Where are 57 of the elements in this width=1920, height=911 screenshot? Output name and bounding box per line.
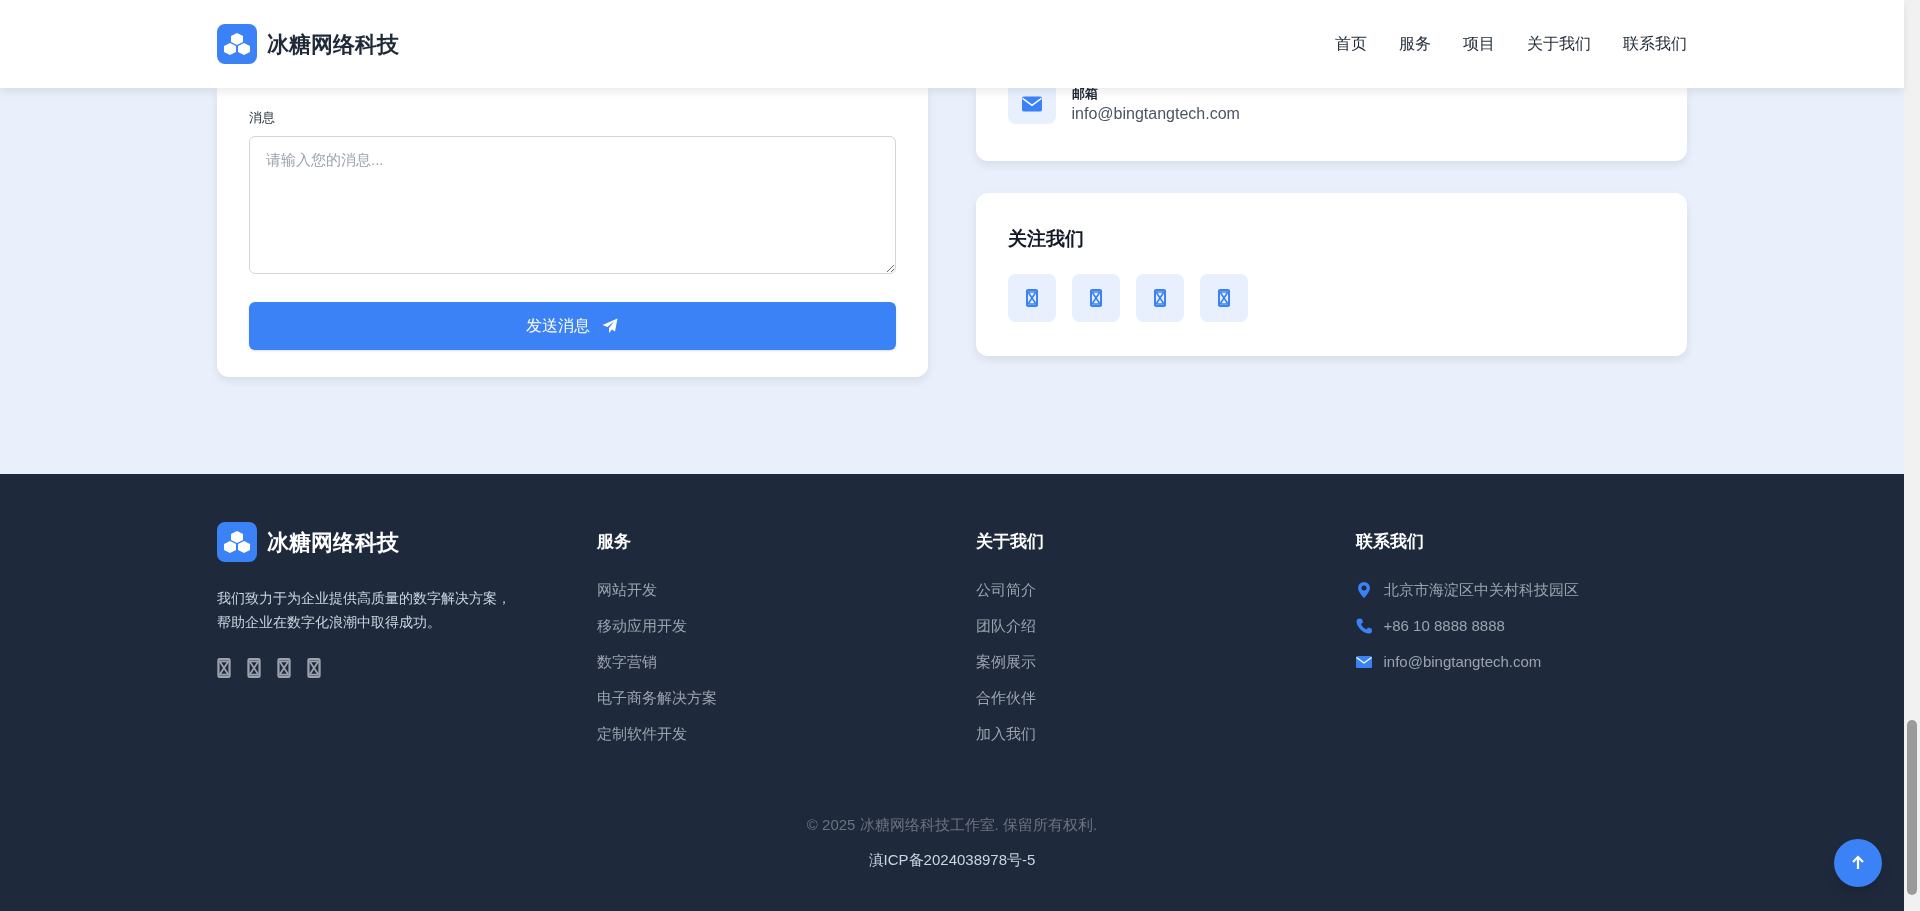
contact-info: 北京市海淀区中关村科技园区 bbox=[1383, 579, 1579, 600]
footer-link[interactable]: 加入我们 bbox=[976, 722, 1308, 746]
message-field[interactable]: 请输入您的消息... bbox=[249, 135, 896, 274]
footer-link[interactable]: 移动应用开发 bbox=[596, 614, 928, 638]
column-title: 关于我们 bbox=[976, 531, 1045, 554]
phone-icon bbox=[1355, 618, 1372, 634]
arrow-up-icon bbox=[1850, 855, 1866, 871]
brand-name: 冰糖网络科技 bbox=[267, 528, 399, 557]
social-link[interactable] bbox=[1199, 273, 1248, 322]
nav-link[interactable]: 项目 bbox=[1463, 32, 1495, 56]
company-description: 我们致力于为企业提供高质量的数字解决方案，帮助企业在数字化浪潮中取得成功。 bbox=[217, 589, 512, 632]
broken-glyph-icon bbox=[277, 658, 291, 678]
social-link[interactable] bbox=[1007, 273, 1056, 322]
logo-icon bbox=[217, 522, 257, 562]
scrollbar[interactable] bbox=[1904, 0, 1920, 911]
contact-info: info@bingtangtech.com bbox=[1383, 651, 1542, 672]
copyright-text: © 2025 冰糖网络科技工作室. 保留所有权利. bbox=[806, 815, 1098, 835]
social-link[interactable] bbox=[217, 658, 231, 678]
map-pin-icon bbox=[1357, 582, 1370, 598]
footer-link[interactable]: 合作伙伴 bbox=[976, 686, 1308, 710]
broken-glyph-icon bbox=[1217, 288, 1230, 307]
column-title: 服务 bbox=[596, 531, 632, 554]
paper-plane-icon bbox=[602, 317, 619, 334]
envelope-icon bbox=[1355, 656, 1372, 668]
column-title: 联系我们 bbox=[1355, 531, 1425, 554]
footer-link[interactable]: 公司简介 bbox=[976, 578, 1308, 602]
broken-glyph-icon bbox=[217, 658, 231, 678]
nav-link[interactable]: 联系我们 bbox=[1623, 32, 1687, 56]
nav-link[interactable]: 首页 bbox=[1335, 32, 1367, 56]
social-link[interactable] bbox=[307, 658, 321, 678]
envelope-icon bbox=[1021, 96, 1042, 112]
field-label: 消息 bbox=[249, 109, 276, 127]
logo-icon bbox=[217, 24, 257, 64]
nav-link[interactable]: 关于我们 bbox=[1527, 32, 1591, 56]
broken-glyph-icon bbox=[307, 658, 321, 678]
broken-glyph-icon bbox=[1153, 288, 1166, 307]
contact-label: 邮箱 bbox=[1071, 86, 1099, 102]
send-message-button[interactable]: 发送消息 bbox=[249, 301, 896, 350]
footer-link[interactable]: 团队介绍 bbox=[976, 614, 1308, 638]
broken-glyph-icon bbox=[1025, 288, 1038, 307]
footer-link[interactable]: 网站开发 bbox=[596, 578, 928, 602]
contact-value: info@bingtangtech.com bbox=[1071, 104, 1240, 124]
social-link[interactable] bbox=[1071, 273, 1120, 322]
footer-link[interactable]: 案例展示 bbox=[976, 650, 1308, 674]
icp-link[interactable]: 滇ICP备2024038978号-5 bbox=[868, 848, 1036, 871]
brand-name: 冰糖网络科技 bbox=[267, 30, 399, 59]
social-link[interactable] bbox=[1135, 273, 1184, 322]
card-title: 关注我们 bbox=[1007, 227, 1085, 251]
social-link[interactable] bbox=[247, 658, 261, 678]
broken-glyph-icon bbox=[1089, 288, 1102, 307]
footer-link[interactable]: 电子商务解决方案 bbox=[596, 686, 928, 710]
footer-link[interactable]: 数字营销 bbox=[596, 650, 928, 674]
broken-glyph-icon bbox=[247, 658, 261, 678]
footer-link[interactable]: 定制软件开发 bbox=[596, 722, 928, 746]
nav-link[interactable]: 服务 bbox=[1399, 32, 1431, 56]
contact-info: +86 10 8888 8888 bbox=[1383, 615, 1505, 636]
social-link[interactable] bbox=[277, 658, 291, 678]
